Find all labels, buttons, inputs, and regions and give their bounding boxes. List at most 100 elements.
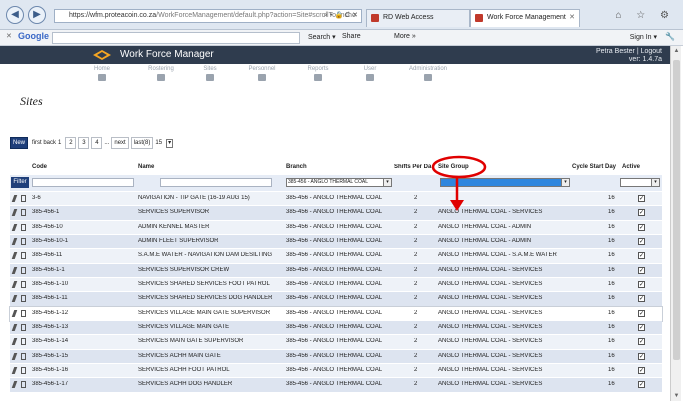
table-row[interactable]: 385-456-1-16 SERVICES ACHH FOOT PATROL 3…: [10, 364, 662, 379]
share-button[interactable]: Share: [342, 33, 361, 40]
edit-icon[interactable]: [11, 309, 18, 317]
active-checkbox[interactable]: ✓: [638, 252, 645, 260]
back-button[interactable]: ◀: [6, 6, 24, 24]
delete-icon[interactable]: [21, 195, 26, 202]
filter-button[interactable]: Filter: [11, 177, 29, 188]
col-name[interactable]: Name: [138, 164, 154, 170]
edit-icon[interactable]: [11, 252, 18, 260]
active-checkbox[interactable]: ✓: [638, 381, 645, 389]
edit-icon[interactable]: [11, 281, 18, 289]
edit-icon[interactable]: [11, 338, 18, 346]
table-row[interactable]: 385-456-1-14 SERVICES MAIN GATE SUPERVIS…: [10, 335, 662, 350]
browser-icons[interactable]: ⌂ ☆ ⚙: [615, 10, 675, 21]
active-checkbox[interactable]: ✓: [638, 324, 645, 332]
table-row[interactable]: 385-456-1-10 SERVICES SHARED SERVICES FO…: [10, 278, 662, 293]
branch-filter-select[interactable]: 385-456 - ANGLO THERMAL COAL ▾: [286, 178, 392, 187]
edit-icon[interactable]: [11, 238, 18, 246]
delete-icon[interactable]: [21, 352, 26, 360]
active-checkbox[interactable]: ✓: [638, 209, 645, 217]
delete-icon[interactable]: [21, 266, 26, 274]
active-checkbox[interactable]: ✓: [638, 309, 645, 317]
code-filter-input[interactable]: [32, 178, 134, 187]
tab-work-force-management[interactable]: Work Force Management ✕: [470, 9, 580, 27]
wrench-icon[interactable]: 🔧: [665, 32, 675, 41]
col-active[interactable]: Active: [622, 164, 640, 170]
active-checkbox[interactable]: ✓: [638, 223, 645, 231]
active-checkbox[interactable]: ✓: [638, 352, 645, 360]
nav-user[interactable]: User: [350, 66, 390, 81]
table-row[interactable]: 385-456-10 ADMIN KENNEL MASTER 385-456 -…: [10, 220, 662, 236]
table-row[interactable]: 385-456-10-1 ADMIN FLEET SUPERVISOR 385-…: [10, 235, 662, 250]
active-checkbox[interactable]: ✓: [638, 238, 645, 246]
delete-icon[interactable]: [21, 309, 26, 317]
active-checkbox[interactable]: ✓: [638, 367, 645, 375]
table-row[interactable]: 385-456-1-17 SERVICES ACHH DOG HANDLER 3…: [10, 378, 662, 393]
active-checkbox[interactable]: ✓: [638, 195, 645, 202]
edit-icon[interactable]: [11, 381, 18, 389]
table-row[interactable]: 385-456-1-15 SERVICES ACHH MAIN GATE 385…: [10, 349, 662, 365]
tab-rd-web-access[interactable]: RD Web Access: [366, 9, 470, 27]
new-button[interactable]: New: [10, 137, 28, 149]
edit-icon[interactable]: [11, 266, 18, 274]
delete-icon[interactable]: [21, 295, 26, 303]
address-bar[interactable]: https://wfm.proteacoin.co.za/WorkForceMa…: [54, 9, 362, 23]
active-checkbox[interactable]: ✓: [638, 295, 645, 303]
sign-in-button[interactable]: Sign In ▾: [630, 33, 657, 41]
forward-button[interactable]: ▶: [28, 6, 46, 24]
delete-icon[interactable]: [21, 281, 26, 289]
scroll-down-icon[interactable]: ▼: [672, 393, 681, 399]
edit-icon[interactable]: [11, 209, 18, 217]
col-code[interactable]: Code: [32, 164, 47, 170]
more-button[interactable]: More »: [394, 33, 416, 40]
tab-close-icon[interactable]: ✕: [569, 10, 575, 26]
delete-icon[interactable]: [21, 324, 26, 332]
google-search-button[interactable]: Search ▾: [308, 33, 336, 41]
edit-icon[interactable]: [11, 352, 18, 360]
address-icons[interactable]: ⌕ ▾ 🔒 C ✕: [324, 10, 358, 22]
scroll-thumb[interactable]: [673, 60, 680, 360]
active-checkbox[interactable]: ✓: [638, 338, 645, 346]
active-checkbox[interactable]: ✓: [638, 281, 645, 289]
delete-icon[interactable]: [21, 209, 26, 217]
first-back-links[interactable]: first back: [32, 140, 56, 146]
edit-icon[interactable]: [11, 195, 18, 202]
edit-icon[interactable]: [11, 324, 18, 332]
col-shifts[interactable]: Shifts Per Da: [394, 164, 438, 170]
table-row[interactable]: 385-456-1-13 SERVICES VILLAGE MAIN GATE …: [10, 321, 662, 336]
page-link[interactable]: 4: [91, 137, 103, 149]
nav-reports[interactable]: Reports: [298, 66, 338, 81]
page-link[interactable]: 2: [65, 137, 77, 149]
delete-icon[interactable]: [21, 252, 26, 260]
table-row[interactable]: 385-456-1 SERVICES SUPERVISOR 385-456 - …: [10, 206, 662, 221]
nav-home[interactable]: Home: [82, 66, 122, 81]
user-logout-link[interactable]: Petra Bester | Logout: [596, 48, 662, 56]
delete-icon[interactable]: [21, 367, 26, 375]
scroll-up-icon[interactable]: ▲: [672, 48, 681, 54]
nav-administration[interactable]: Administration: [402, 66, 454, 81]
last-page-button[interactable]: last(8): [130, 137, 154, 149]
next-page-button[interactable]: next: [111, 137, 129, 149]
col-site-group[interactable]: Site Group: [438, 164, 469, 170]
delete-icon[interactable]: [21, 338, 26, 346]
page-link[interactable]: 3: [78, 137, 90, 149]
table-row-selected[interactable]: 385-456-1-12 SERVICES VILLAGE MAIN GATE …: [9, 305, 663, 323]
table-row[interactable]: 385-456-11 S.A.M.E WATER - NAVIGATION DA…: [10, 249, 662, 264]
close-toolbar-icon[interactable]: ✕: [6, 32, 12, 40]
edit-icon[interactable]: [11, 223, 18, 231]
table-row[interactable]: 385-456-1-11 SERVICES SHARED SERVICES DO…: [10, 292, 662, 307]
active-checkbox[interactable]: ✓: [638, 266, 645, 274]
page-size-select[interactable]: ▾: [166, 138, 174, 148]
delete-icon[interactable]: [21, 238, 26, 246]
delete-icon[interactable]: [21, 223, 26, 231]
page-scrollbar[interactable]: ▲ ▼: [670, 46, 681, 401]
edit-icon[interactable]: [11, 295, 18, 303]
google-search-input[interactable]: [52, 32, 300, 44]
nav-rostering[interactable]: Rostering: [141, 66, 181, 81]
name-filter-input[interactable]: [160, 178, 272, 187]
table-row[interactable]: 3-6 NAVIGATION - TIP GATE (16-19 AUG 15)…: [10, 192, 662, 207]
site-group-filter-select[interactable]: ▾: [440, 178, 570, 187]
nav-sites[interactable]: Sites: [190, 66, 230, 81]
col-cycle-start[interactable]: Cycle Start Day: [572, 164, 616, 170]
table-row[interactable]: 385-456-1-1 SERVICES SUPERVISOR CREW 385…: [10, 263, 662, 279]
nav-personnel[interactable]: Personnel: [242, 66, 282, 81]
